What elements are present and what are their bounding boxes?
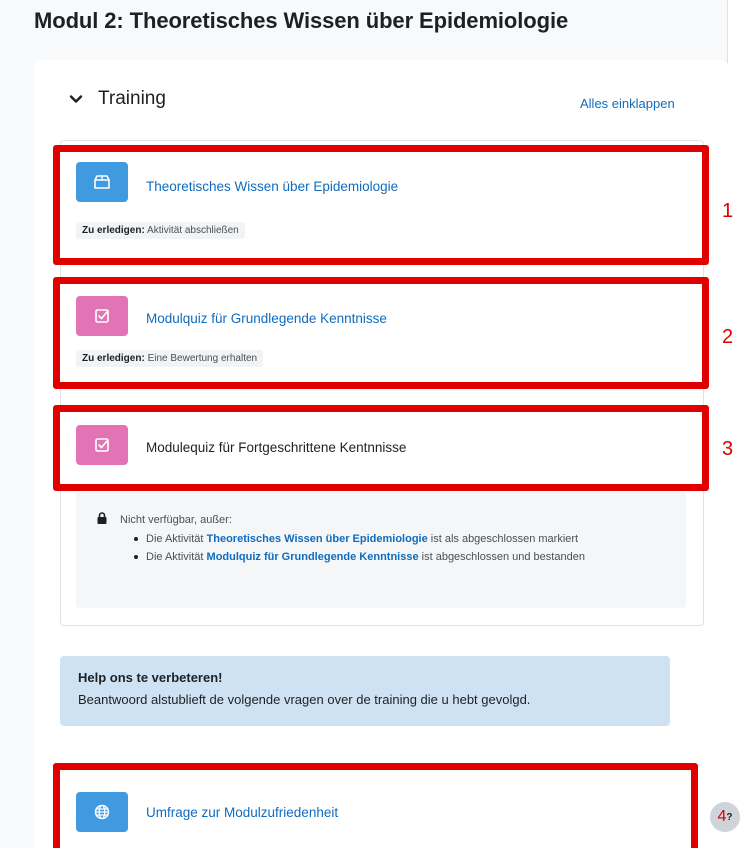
annotation-number-4: 4: [717, 808, 727, 825]
help-text: Beantwoord alstublieft de volgende vrage…: [78, 692, 531, 707]
restriction-list: Die Aktivität Theoretisches Wissen über …: [134, 530, 674, 566]
annotation-number-1: 1: [722, 200, 734, 222]
quiz-icon: [76, 425, 128, 465]
todo-text: Eine Bewertung erhalten: [147, 353, 258, 364]
activity-link-quiz-basic[interactable]: Modulquiz für Grundlegende Kenntnisse: [146, 311, 387, 326]
question-icon: ?: [726, 811, 733, 823]
todo-badge-quiz-basic: Zu erledigen: Eine Bewertung erhalten: [76, 350, 264, 367]
todo-label: Zu erledigen:: [82, 353, 145, 364]
activity-link-survey[interactable]: Umfrage zur Modulzufriedenheit: [146, 805, 338, 820]
todo-badge-theory: Zu erledigen: Aktivität abschließen: [76, 222, 245, 239]
chevron-down-icon[interactable]: [68, 91, 84, 107]
help-fab-button[interactable]: 4?: [710, 802, 740, 832]
page-icon[interactable]: [76, 162, 128, 202]
todo-text: Aktivität abschließen: [147, 225, 239, 236]
quiz-icon[interactable]: [76, 296, 128, 336]
annotation-number-2: 2: [722, 326, 734, 348]
activity-item-theory: Theoretisches Wissen über Epidemiologie …: [60, 152, 700, 258]
restriction-heading: Nicht verfügbar, außer:: [120, 514, 232, 526]
todo-label: Zu erledigen:: [82, 225, 145, 236]
activity-item-survey: Umfrage zur Modulzufriedenheit: [60, 772, 690, 848]
activity-item-quiz-advanced: Modulequiz für Fortgeschrittene Kentnnis…: [60, 412, 700, 482]
restriction-item: Die Aktivität Modulquiz für Grundlegende…: [134, 549, 674, 566]
restriction-item: Die Aktivität Theoretisches Wissen über …: [134, 531, 674, 548]
lock-icon: [97, 512, 107, 524]
restriction-info: Nicht verfügbar, außer: Die Aktivität Th…: [76, 492, 686, 608]
annotation-number-3: 3: [722, 438, 734, 460]
collapse-all-link[interactable]: Alles einklappen: [580, 96, 675, 111]
activity-name-quiz-advanced: Modulequiz für Fortgeschrittene Kentnnis…: [146, 440, 407, 455]
globe-icon[interactable]: [76, 792, 128, 832]
help-title: Help ons te verbeteren!: [78, 670, 223, 685]
help-banner: Help ons te verbeteren! Beantwoord alstu…: [60, 656, 670, 726]
restriction-link-quiz-basic[interactable]: Modulquiz für Grundlegende Kenntnisse: [207, 551, 419, 563]
section-header[interactable]: Training: [68, 88, 166, 110]
section-title: Training: [98, 88, 166, 109]
page-title: Modul 2: Theoretisches Wissen über Epide…: [34, 8, 569, 33]
activity-link-theory[interactable]: Theoretisches Wissen über Epidemiologie: [146, 179, 398, 194]
activity-item-quiz-basic: Modulquiz für Grundlegende Kenntnisse Zu…: [60, 284, 700, 382]
restriction-link-theory[interactable]: Theoretisches Wissen über Epidemiologie: [207, 533, 428, 545]
